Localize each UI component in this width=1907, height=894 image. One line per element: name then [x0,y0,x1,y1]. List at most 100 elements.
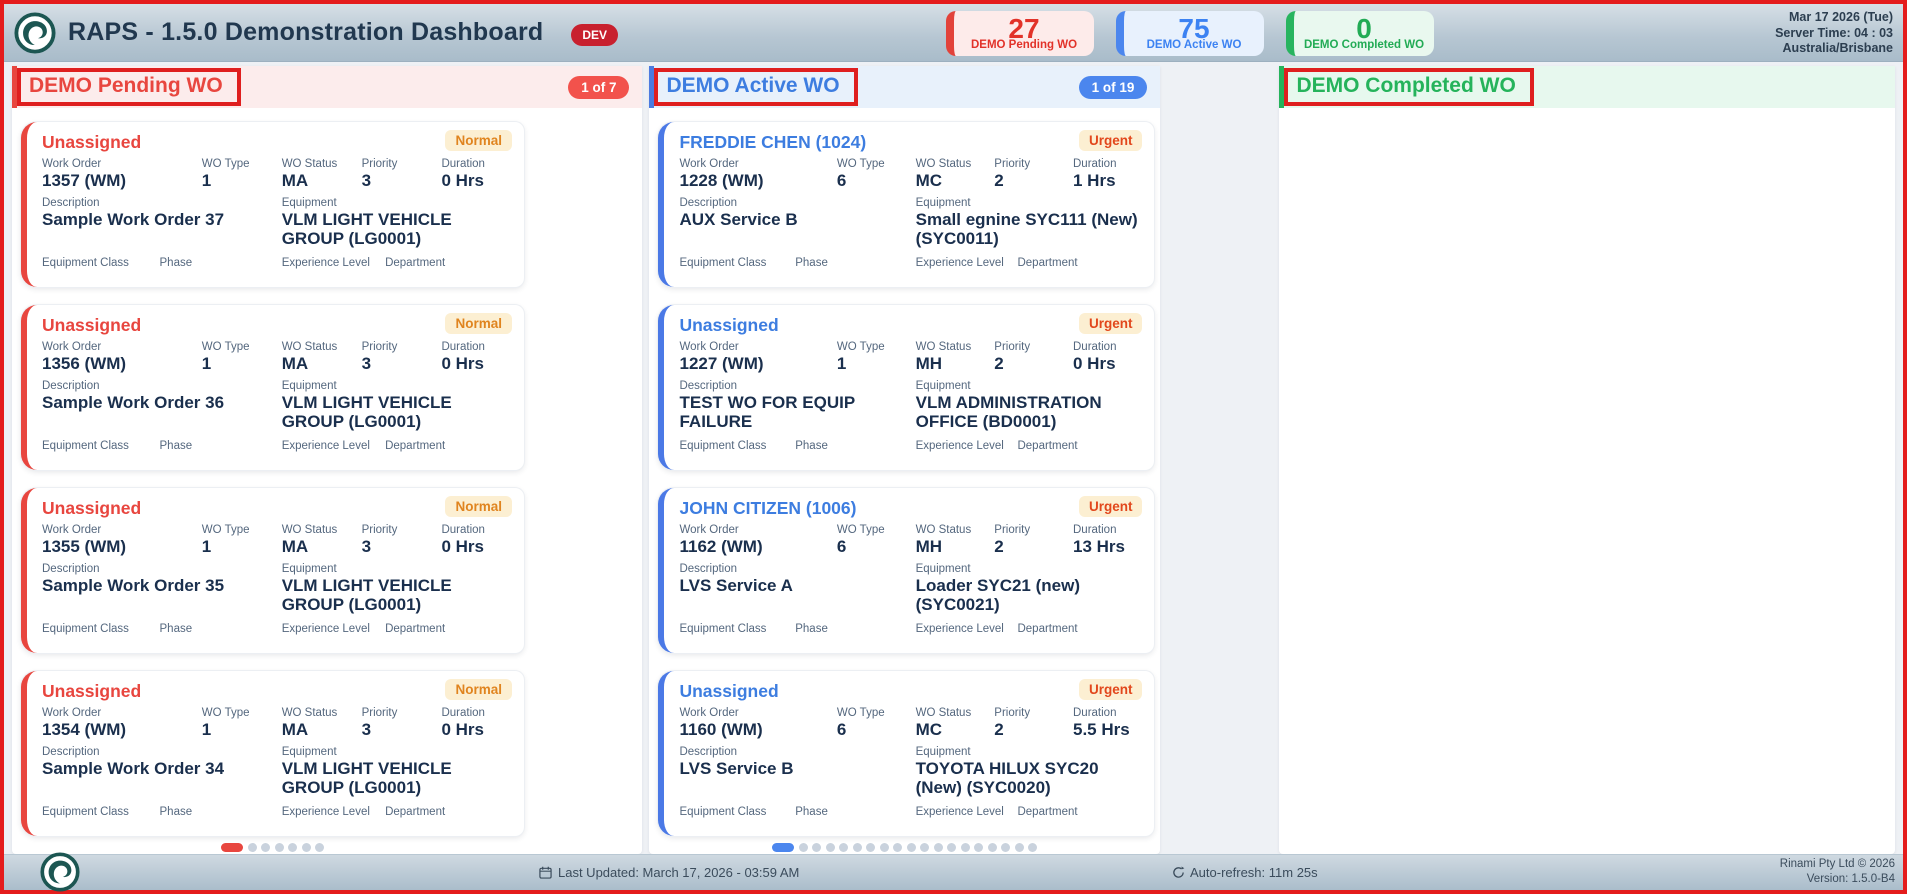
assignee-name: JOHN CITIZEN (1006) [679,496,856,519]
work-order-card[interactable]: Unassigned Urgent Work Order1227 (WM) WO… [658,305,1154,470]
department-label: Department [1017,440,1142,452]
duration-label: Duration [441,707,512,719]
priority-badge: Normal [445,313,512,334]
description-value: TEST WO FOR EQUIP FAILURE [679,393,915,431]
card-summary-row: Work Order1357 (WM) WO Type1 WO StatusMA… [42,158,512,190]
page-dot[interactable] [315,843,324,852]
server-timezone: Australia/Brisbane [1775,41,1893,57]
pending-counter: 27 DEMO Pending WO [946,11,1094,56]
priority-label: Priority [994,341,1073,353]
work-order-card[interactable]: Unassigned Normal Work Order1356 (WM) WO… [21,305,524,470]
equipment-value: VLM LIGHT VEHICLE GROUP (LG0001) [282,576,512,614]
work-order-card[interactable]: FREDDIE CHEN (1024) Urgent Work Order122… [658,122,1154,287]
wo-status-label: WO Status [282,341,362,353]
wo-status-value: MA [282,537,362,556]
work-order-card[interactable]: Unassigned Normal Work Order1354 (WM) WO… [21,671,524,836]
equipment-label: Equipment [916,197,1143,209]
page-dot[interactable] [961,843,970,852]
page-dot[interactable] [907,843,916,852]
card-meta-row: Equipment Class Phase Experience Level D… [679,806,1142,819]
page-dot[interactable] [275,843,284,852]
page-dot[interactable] [302,843,311,852]
duration-value: 1 Hrs [1073,171,1142,190]
wo-status-value: MH [916,537,995,556]
work-order-card[interactable]: JOHN CITIZEN (1006) Urgent Work Order116… [658,488,1154,653]
page-dot[interactable] [947,843,956,852]
department-label: Department [385,257,512,269]
description-value: Sample Work Order 36 [42,393,282,412]
card-meta-row: Equipment Class Phase Experience Level D… [679,257,1142,270]
page-dot[interactable] [920,843,929,852]
wo-type-label: WO Type [202,524,282,536]
description-label: Description [679,380,915,392]
phase-label: Phase [160,806,282,818]
page-dot[interactable] [974,843,983,852]
work-order-value: 1356 (WM) [42,354,202,373]
assignee-name: Unassigned [679,679,778,702]
assignee-name: FREDDIE CHEN (1024) [679,130,866,153]
page-dot[interactable] [866,843,875,852]
wo-status-value: MA [282,171,362,190]
card-detail-row: DescriptionLVS Service B EquipmentTOYOTA… [679,746,1142,806]
work-order-card[interactable]: Unassigned Urgent Work Order1160 (WM) WO… [658,671,1154,836]
page-dot[interactable] [934,843,943,852]
refresh-icon [1172,866,1185,879]
completed-column: DEMO Completed WO [1279,66,1895,854]
auto-refresh-text: Auto-refresh: 11m 25s [1190,865,1318,880]
page-dot[interactable] [221,843,243,852]
card-detail-row: DescriptionSample Work Order 37 Equipmen… [42,197,512,257]
page-dot[interactable] [893,843,902,852]
page-dot[interactable] [288,843,297,852]
page-dot[interactable] [772,843,794,852]
dashboard-page: { "app": { "title": "RAPS - 1.5.0 Demons… [0,0,1907,894]
last-updated-text: Last Updated: March 17, 2026 - 03:59 AM [558,865,799,880]
equipment-class-label: Equipment Class [679,257,795,269]
app-footer: Last Updated: March 17, 2026 - 03:59 AM … [4,854,1903,890]
active-column-title: DEMO Active WO [666,74,839,98]
wo-status-value: MA [282,354,362,373]
wo-type-label: WO Type [202,158,282,170]
wo-status-label: WO Status [282,158,362,170]
server-time: Server Time: 04 : 03 [1775,26,1893,42]
experience-level-label: Experience Level [916,806,1018,818]
card-header: Unassigned Normal [42,130,512,153]
equipment-label: Equipment [282,563,512,575]
page-dot[interactable] [988,843,997,852]
department-label: Department [1017,257,1142,269]
page-dot[interactable] [248,843,257,852]
page-dot[interactable] [826,843,835,852]
annotation-box: DEMO Pending WO [17,68,241,106]
experience-level-label: Experience Level [916,440,1018,452]
server-date: Mar 17 2026 (Tue) [1775,10,1893,26]
wo-status-label: WO Status [282,707,362,719]
page-dot[interactable] [1001,843,1010,852]
description-label: Description [42,380,282,392]
priority-label: Priority [994,524,1073,536]
completed-card-list [1279,108,1895,122]
description-label: Description [679,563,915,575]
page-dot[interactable] [261,843,270,852]
pending-column: DEMO Pending WO 1 of 7 Unassigned Normal… [12,66,642,854]
page-dot[interactable] [839,843,848,852]
page-dot[interactable] [880,843,889,852]
page-dot[interactable] [853,843,862,852]
work-order-label: Work Order [42,524,202,536]
assignee-name: Unassigned [42,130,141,153]
equipment-value: Loader SYC21 (new) (SYC0021) [916,576,1143,614]
equipment-label: Equipment [282,746,512,758]
duration-value: 0 Hrs [441,537,512,556]
duration-label: Duration [1073,707,1142,719]
duration-value: 0 Hrs [441,354,512,373]
page-dot[interactable] [1028,843,1037,852]
wo-status-value: MA [282,720,362,739]
work-order-card[interactable]: Unassigned Normal Work Order1357 (WM) WO… [21,122,524,287]
work-order-card[interactable]: Unassigned Normal Work Order1355 (WM) WO… [21,488,524,653]
assignee-name: Unassigned [42,496,141,519]
experience-level-label: Experience Level [282,257,385,269]
page-dot[interactable] [812,843,821,852]
page-dot[interactable] [799,843,808,852]
duration-value: 13 Hrs [1073,537,1142,556]
equipment-class-label: Equipment Class [42,623,160,635]
wo-type-value: 1 [202,720,282,739]
page-dot[interactable] [1015,843,1024,852]
